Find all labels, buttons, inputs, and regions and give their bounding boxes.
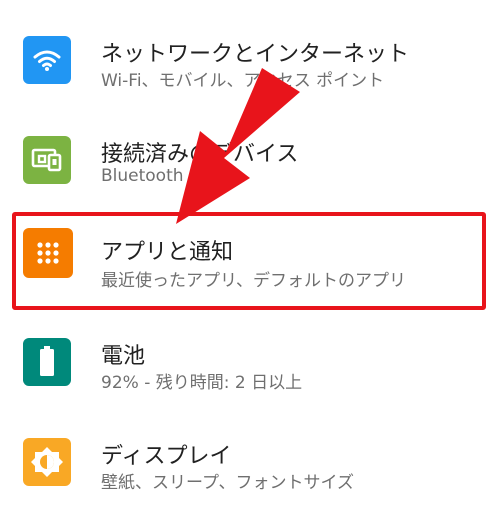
arrow-annotation	[176, 68, 300, 224]
